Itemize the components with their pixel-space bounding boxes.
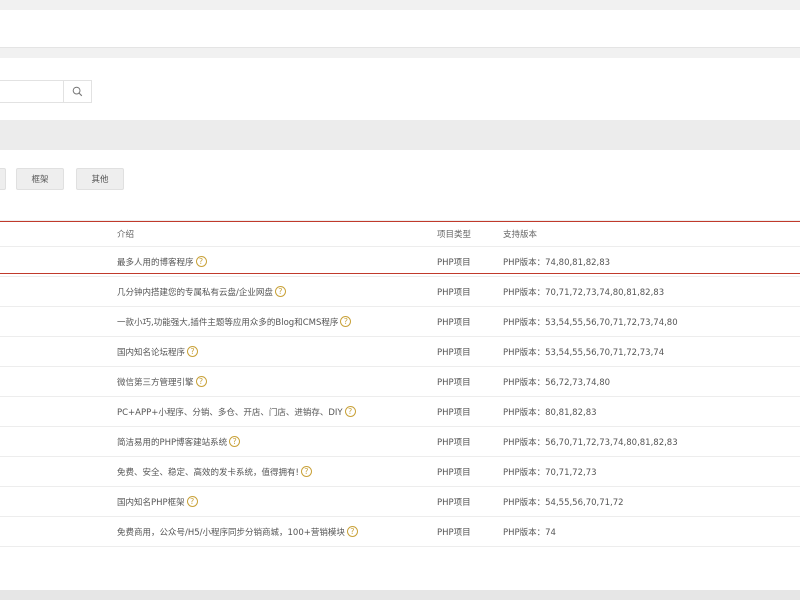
cell-intro: 最多人用的博客程序? (117, 247, 207, 276)
cell-type: PHP项目 (437, 437, 471, 448)
help-icon[interactable]: ? (195, 256, 207, 267)
table-row[interactable]: 国内知名论坛程序? PHP项目 PHP版本：53,54,55,56,70,71,72… (0, 337, 800, 367)
search-button[interactable] (63, 80, 92, 103)
cell-version: PHP版本：53,54,55,56,70,71,72,73,74 (503, 347, 665, 358)
table-row[interactable]: 免费、安全、稳定、高效的发卡系统，值得拥有!? PHP项目 PHP版本：70,71,… (0, 457, 800, 487)
cell-type: PHP项目 (437, 347, 471, 358)
cell-version: PHP版本：70,71,72,73 (503, 467, 597, 478)
cell-intro: 简洁易用的PHP博客建站系统? (117, 427, 241, 456)
cell-version: PHP版本：56,72,73,74,80 (503, 377, 611, 388)
cell-type: PHP项目 (437, 467, 471, 478)
table-body: 最多人用的博客程序? PHP项目 PHP版本：74,80,81,82,83 几分钟内搭… (0, 247, 800, 547)
filter-button-framework[interactable]: 框架 (16, 168, 64, 190)
intro-text: 国内知名论坛程序 (117, 347, 186, 358)
intro-text: 简洁易用的PHP博客建站系统 (117, 437, 228, 448)
cell-type: PHP项目 (437, 287, 471, 298)
intro-text: 微信第三方管理引擎 (117, 377, 194, 388)
intro-text: PC+APP+小程序、分销、多仓、开店、门店、进销存、DIY (117, 407, 343, 418)
header-type: 项目类型 (437, 229, 472, 240)
help-icon[interactable]: ? (340, 316, 352, 327)
table-row[interactable]: 简洁易用的PHP博客建站系统? PHP项目 PHP版本：56,70,71,72,73… (0, 427, 800, 457)
table-row[interactable]: 国内知名PHP框架? PHP项目 PHP版本：54,55,56,70,71,72 (0, 487, 800, 517)
cell-intro: 免费、安全、稳定、高效的发卡系统，值得拥有!? (117, 457, 312, 486)
help-icon[interactable]: ? (274, 286, 286, 297)
intro-text: 免费商用，公众号/H5/小程序同步分销商城，100+营销模块 (117, 527, 345, 538)
filter-button-other[interactable]: 其他 (76, 168, 124, 190)
bottom-band (0, 590, 800, 600)
help-icon[interactable]: ? (187, 346, 199, 357)
help-icon[interactable]: ? (229, 436, 241, 447)
cell-intro: 一款小巧,功能强大,插件主题等应用众多的Blog和CMS程序? (117, 307, 352, 336)
header-intro: 介绍 (117, 229, 135, 240)
cell-intro: 国内知名论坛程序? (117, 337, 199, 366)
cell-version: PHP版本：70,71,72,73,74,80,81,82,83 (503, 287, 665, 298)
section-band (0, 120, 800, 150)
help-icon[interactable]: ? (300, 466, 312, 477)
cell-intro: PC+APP+小程序、分销、多仓、开店、门店、进销存、DIY? (117, 397, 356, 426)
intro-text: 最多人用的博客程序 (117, 257, 194, 268)
cell-version: PHP版本：74,80,81,82,83 (503, 257, 611, 268)
table-header: 介绍 项目类型 支持版本 (0, 220, 800, 247)
cell-type: PHP项目 (437, 377, 471, 388)
search-panel (0, 58, 800, 120)
help-icon[interactable]: ? (344, 406, 356, 417)
header-version: 支持版本 (503, 229, 538, 240)
intro-text: 几分钟内搭建您的专属私有云盘/企业网盘 (117, 287, 273, 298)
filter-button[interactable] (0, 168, 6, 190)
cell-intro: 免费商用，公众号/H5/小程序同步分销商城，100+营销模块? (117, 517, 358, 546)
help-icon[interactable]: ? (186, 496, 198, 507)
help-icon[interactable]: ? (195, 376, 207, 387)
cell-version: PHP版本：54,55,56,70,71,72 (503, 497, 624, 508)
search-input[interactable] (0, 80, 64, 103)
cell-version: PHP版本：80,81,82,83 (503, 407, 597, 418)
table-row[interactable]: PC+APP+小程序、分销、多仓、开店、门店、进销存、DIY? PHP项目 PHP版… (0, 397, 800, 427)
intro-text: 一款小巧,功能强大,插件主题等应用众多的Blog和CMS程序 (117, 317, 339, 328)
top-panel (0, 10, 800, 48)
software-table: 介绍 项目类型 支持版本 最多人用的博客程序? PHP项目 PHP版本：74,80,… (0, 220, 800, 547)
help-icon[interactable]: ? (346, 526, 358, 537)
table-row[interactable]: 微信第三方管理引擎? PHP项目 PHP版本：56,72,73,74,80 (0, 367, 800, 397)
search-icon (72, 86, 83, 97)
table-row[interactable]: 一款小巧,功能强大,插件主题等应用众多的Blog和CMS程序? PHP项目 PHP版… (0, 307, 800, 337)
cell-type: PHP项目 (437, 317, 471, 328)
cell-version: PHP版本：53,54,55,56,70,71,72,73,74,80 (503, 317, 678, 328)
cell-intro: 国内知名PHP框架? (117, 487, 198, 516)
cell-version: PHP版本：56,70,71,72,73,74,80,81,82,83 (503, 437, 678, 448)
cell-type: PHP项目 (437, 527, 471, 538)
cell-version: PHP版本：74 (503, 527, 556, 538)
cell-type: PHP项目 (437, 497, 471, 508)
cell-intro: 微信第三方管理引擎? (117, 367, 207, 396)
cell-intro: 几分钟内搭建您的专属私有云盘/企业网盘? (117, 277, 286, 306)
intro-text: 国内知名PHP框架 (117, 497, 185, 508)
table-row[interactable]: 免费商用，公众号/H5/小程序同步分销商城，100+营销模块? PHP项目 PHP版… (0, 517, 800, 547)
filter-panel: 框架 其他 介绍 项目类型 支持版本 最多人用的博客程序? PHP项目 PHP版本：… (0, 150, 800, 590)
table-row[interactable]: 最多人用的博客程序? PHP项目 PHP版本：74,80,81,82,83 (0, 247, 800, 277)
cell-type: PHP项目 (437, 407, 471, 418)
cell-type: PHP项目 (437, 257, 471, 268)
table-row[interactable]: 几分钟内搭建您的专属私有云盘/企业网盘? PHP项目 PHP版本：70,71,72,… (0, 277, 800, 307)
intro-text: 免费、安全、稳定、高效的发卡系统，值得拥有! (117, 467, 299, 478)
